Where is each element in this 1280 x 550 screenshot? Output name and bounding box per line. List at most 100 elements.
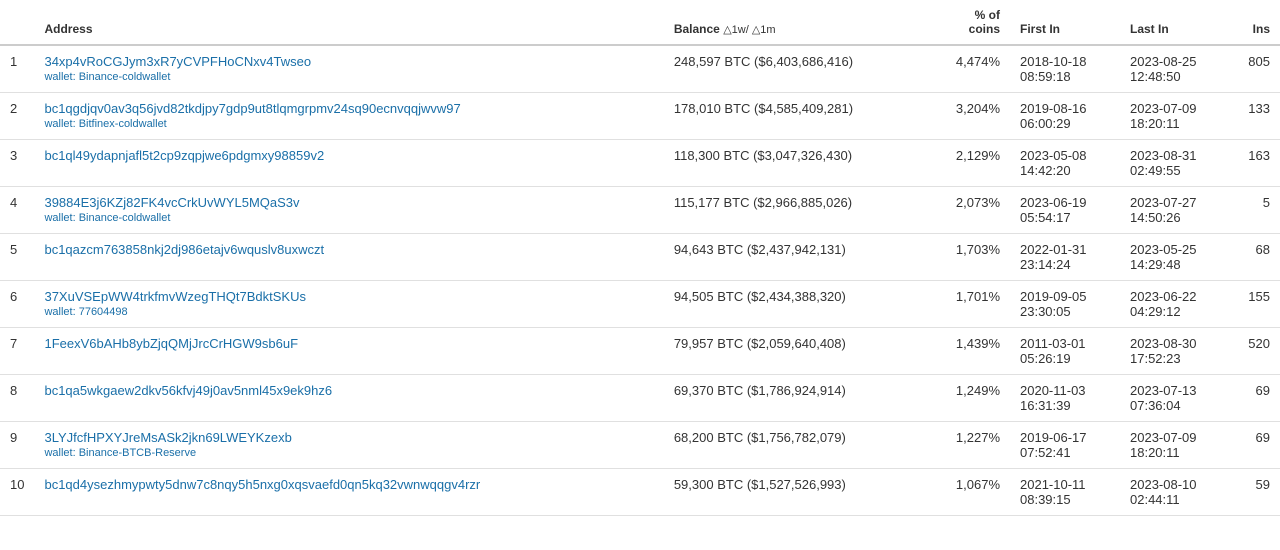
table-row: 10 bc1qd4ysezhmypwty5dnw7c8nqy5h5nxg0xqsv… <box>0 469 1280 516</box>
row-last-in: 2023-08-3102:49:55 <box>1120 140 1230 187</box>
row-pct: 1,439% <box>940 328 1010 375</box>
row-last-in: 2023-08-2512:48:50 <box>1120 45 1230 93</box>
row-address-cell: bc1qazcm763858nkj2dj986etajv6wquslv8uxwc… <box>34 234 663 281</box>
row-num: 8 <box>0 375 34 422</box>
address-link[interactable]: 3LYJfcfHPXYJreMsASk2jkn69LWEYKzexb <box>44 430 653 445</box>
row-balance: 94,505 BTC ($2,434,388,320) <box>664 281 940 328</box>
row-first-in: 2022-01-3123:14:24 <box>1010 234 1120 281</box>
address-link[interactable]: 34xp4vRoCGJym3xR7yCVPFHoCNxv4Twseo <box>44 54 653 69</box>
row-last-in: 2023-06-2204:29:12 <box>1120 281 1230 328</box>
address-link[interactable]: 37XuVSEpWW4trkfmvWzegTHQt7BdktSKUs <box>44 289 653 304</box>
row-balance: 79,957 BTC ($2,059,640,408) <box>664 328 940 375</box>
row-last-in: 2023-05-2514:29:48 <box>1120 234 1230 281</box>
row-pct: 2,129% <box>940 140 1010 187</box>
row-first-in: 2023-06-1905:54:17 <box>1010 187 1120 234</box>
row-ins: 805 <box>1230 45 1280 93</box>
row-balance: 248,597 BTC ($6,403,686,416) <box>664 45 940 93</box>
table-row: 2 bc1qgdjqv0av3q56jvd82tkdjpy7gdp9ut8tlqm… <box>0 93 1280 140</box>
col-header-pct: % of coins <box>940 0 1010 45</box>
row-ins: 163 <box>1230 140 1280 187</box>
row-address-cell: bc1qa5wkgaew2dkv56kfvj49j0av5nml45x9ek9h… <box>34 375 663 422</box>
wallet-label[interactable]: wallet: Bitfinex-coldwallet <box>44 118 653 130</box>
col-header-last-in: Last In <box>1120 0 1230 45</box>
row-last-in: 2023-07-2714:50:26 <box>1120 187 1230 234</box>
table-row: 1 34xp4vRoCGJym3xR7yCVPFHoCNxv4Twseo walle… <box>0 45 1280 93</box>
row-balance: 59,300 BTC ($1,527,526,993) <box>664 469 940 516</box>
row-ins: 68 <box>1230 234 1280 281</box>
address-link[interactable]: bc1qazcm763858nkj2dj986etajv6wquslv8uxwc… <box>44 242 653 257</box>
row-num: 9 <box>0 422 34 469</box>
table-row: 9 3LYJfcfHPXYJreMsASk2jkn69LWEYKzexb walle… <box>0 422 1280 469</box>
row-pct: 3,204% <box>940 93 1010 140</box>
row-balance: 115,177 BTC ($2,966,885,026) <box>664 187 940 234</box>
row-address-cell: 37XuVSEpWW4trkfmvWzegTHQt7BdktSKUs wallet… <box>34 281 663 328</box>
row-last-in: 2023-07-0918:20:11 <box>1120 422 1230 469</box>
row-ins: 520 <box>1230 328 1280 375</box>
row-ins: 5 <box>1230 187 1280 234</box>
wallet-label[interactable]: wallet: 77604498 <box>44 306 653 318</box>
row-address-cell: bc1qd4ysezhmypwty5dnw7c8nqy5h5nxg0xqsvae… <box>34 469 663 516</box>
address-link[interactable]: bc1ql49ydapnjafl5t2cp9zqpjwe6pdgmxy98859… <box>44 148 653 163</box>
row-first-in: 2019-09-0523:30:05 <box>1010 281 1120 328</box>
table-row: 6 37XuVSEpWW4trkfmvWzegTHQt7BdktSKUs walle… <box>0 281 1280 328</box>
wallet-label[interactable]: wallet: Binance-coldwallet <box>44 212 653 224</box>
row-first-in: 2020-11-0316:31:39 <box>1010 375 1120 422</box>
table-row: 4 39884E3j6KZj82FK4vcCrkUvWYL5MQaS3v walle… <box>0 187 1280 234</box>
row-address-cell: 39884E3j6KZj82FK4vcCrkUvWYL5MQaS3v wallet… <box>34 187 663 234</box>
row-last-in: 2023-08-3017:52:23 <box>1120 328 1230 375</box>
row-num: 7 <box>0 328 34 375</box>
row-balance: 178,010 BTC ($4,585,409,281) <box>664 93 940 140</box>
wallet-label[interactable]: wallet: Binance-coldwallet <box>44 71 653 83</box>
col-header-address: Address <box>34 0 663 45</box>
row-num: 4 <box>0 187 34 234</box>
row-ins: 59 <box>1230 469 1280 516</box>
row-num: 1 <box>0 45 34 93</box>
row-num: 10 <box>0 469 34 516</box>
address-link[interactable]: 39884E3j6KZj82FK4vcCrkUvWYL5MQaS3v <box>44 195 653 210</box>
wallet-label[interactable]: wallet: Binance-BTCB-Reserve <box>44 447 653 459</box>
pct-of-label: % of <box>950 8 1000 22</box>
row-pct: 1,703% <box>940 234 1010 281</box>
row-num: 5 <box>0 234 34 281</box>
row-first-in: 2021-10-1108:39:15 <box>1010 469 1120 516</box>
row-first-in: 2023-05-0814:42:20 <box>1010 140 1120 187</box>
row-pct: 1,249% <box>940 375 1010 422</box>
row-balance: 94,643 BTC ($2,437,942,131) <box>664 234 940 281</box>
row-ins: 155 <box>1230 281 1280 328</box>
row-address-cell: bc1ql49ydapnjafl5t2cp9zqpjwe6pdgmxy98859… <box>34 140 663 187</box>
table-row: 8 bc1qa5wkgaew2dkv56kfvj49j0av5nml45x9ek9… <box>0 375 1280 422</box>
col-header-ins: Ins <box>1230 0 1280 45</box>
row-balance: 68,200 BTC ($1,756,782,079) <box>664 422 940 469</box>
row-num: 6 <box>0 281 34 328</box>
row-last-in: 2023-08-1002:44:11 <box>1120 469 1230 516</box>
table-row: 3 bc1ql49ydapnjafl5t2cp9zqpjwe6pdgmxy9885… <box>0 140 1280 187</box>
row-pct: 1,067% <box>940 469 1010 516</box>
col-header-num <box>0 0 34 45</box>
row-num: 3 <box>0 140 34 187</box>
address-link[interactable]: bc1qd4ysezhmypwty5dnw7c8nqy5h5nxg0xqsvae… <box>44 477 653 492</box>
row-address-cell: 3LYJfcfHPXYJreMsASk2jkn69LWEYKzexb wallet… <box>34 422 663 469</box>
table-row: 5 bc1qazcm763858nkj2dj986etajv6wquslv8uxw… <box>0 234 1280 281</box>
row-balance: 118,300 BTC ($3,047,326,430) <box>664 140 940 187</box>
row-first-in: 2019-08-1606:00:29 <box>1010 93 1120 140</box>
balance-sub-label: △1w/ △1m <box>723 24 775 36</box>
col-header-balance: Balance △1w/ △1m <box>664 0 940 45</box>
row-last-in: 2023-07-1307:36:04 <box>1120 375 1230 422</box>
row-first-in: 2018-10-1808:59:18 <box>1010 45 1120 93</box>
row-num: 2 <box>0 93 34 140</box>
row-ins: 133 <box>1230 93 1280 140</box>
row-address-cell: 1FeexV6bAHb8ybZjqQMjJrcCrHGW9sb6uF <box>34 328 663 375</box>
coins-label: coins <box>950 22 1000 36</box>
table-row: 7 1FeexV6bAHb8ybZjqQMjJrcCrHGW9sb6uF 79,95… <box>0 328 1280 375</box>
address-link[interactable]: 1FeexV6bAHb8ybZjqQMjJrcCrHGW9sb6uF <box>44 336 653 351</box>
row-first-in: 2019-06-1707:52:41 <box>1010 422 1120 469</box>
balance-label: Balance <box>674 22 720 36</box>
row-pct: 2,073% <box>940 187 1010 234</box>
row-address-cell: 34xp4vRoCGJym3xR7yCVPFHoCNxv4Twseo wallet… <box>34 45 663 93</box>
address-link[interactable]: bc1qa5wkgaew2dkv56kfvj49j0av5nml45x9ek9h… <box>44 383 653 398</box>
address-link[interactable]: bc1qgdjqv0av3q56jvd82tkdjpy7gdp9ut8tlqmg… <box>44 101 653 116</box>
row-pct: 1,701% <box>940 281 1010 328</box>
row-first-in: 2011-03-0105:26:19 <box>1010 328 1120 375</box>
col-header-first-in: First In <box>1010 0 1120 45</box>
row-ins: 69 <box>1230 375 1280 422</box>
